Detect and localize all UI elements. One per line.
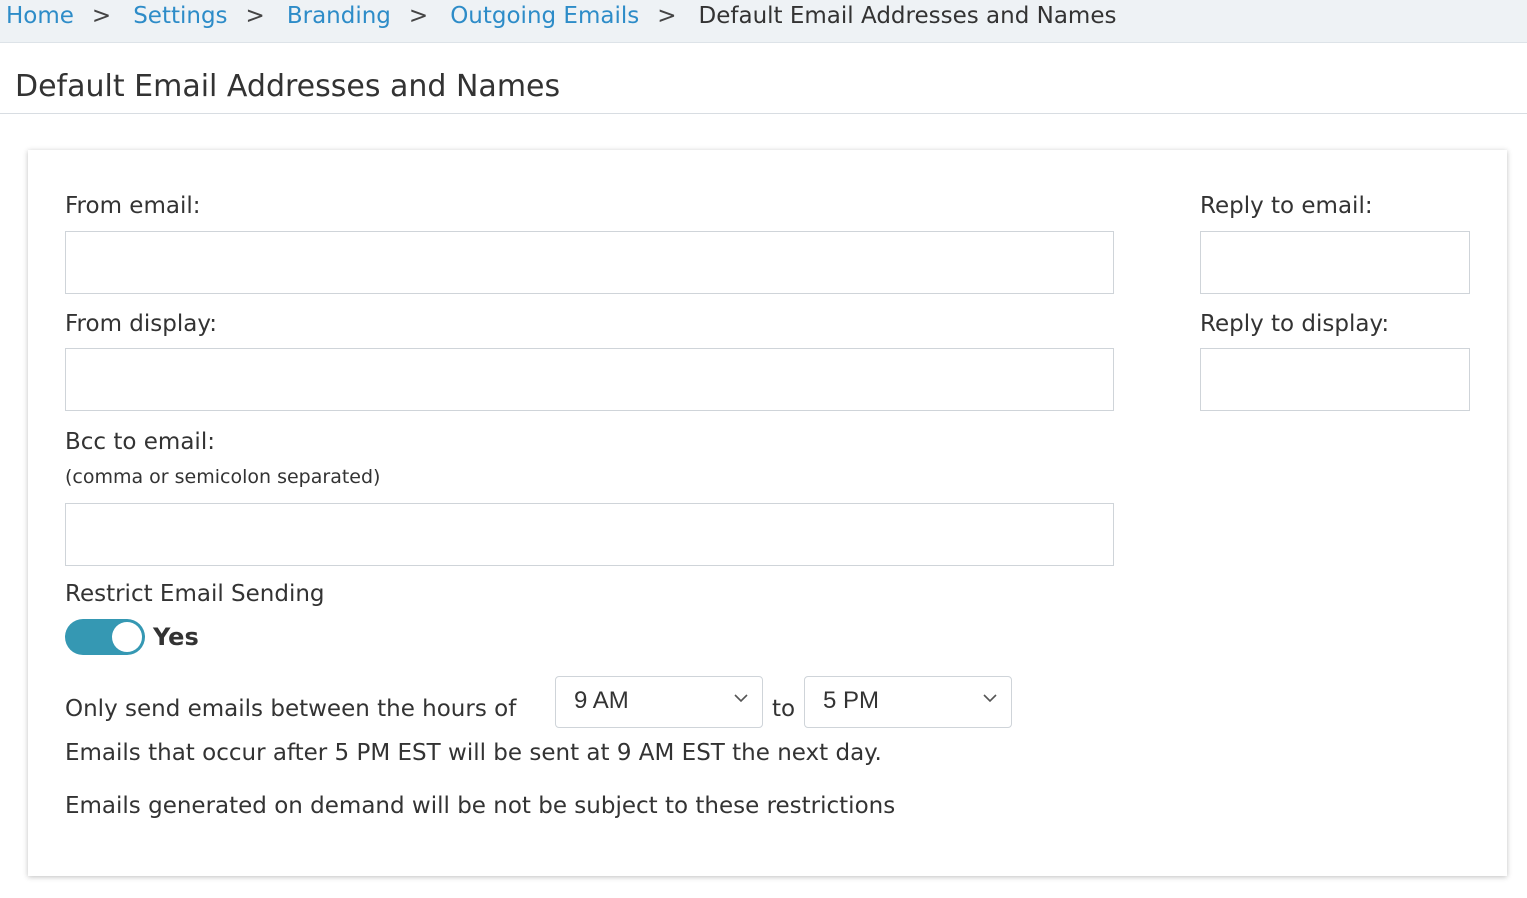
settings-card: From email: Reply to email: From display… — [28, 150, 1507, 876]
bcc-email-label: Bcc to email: — [65, 429, 215, 455]
breadcrumb-separator: > — [408, 3, 429, 29]
chevron-down-icon — [983, 694, 997, 703]
end-hour-value: 5 PM — [823, 687, 880, 714]
restrict-sending-toggle[interactable] — [65, 619, 145, 655]
breadcrumb-current: Default Email Addresses and Names — [698, 3, 1117, 29]
from-display-label: From display: — [65, 311, 218, 337]
reply-to-email-field[interactable] — [1200, 231, 1470, 294]
breadcrumb: Home > Settings > Branding > Outgoing Em… — [0, 0, 1527, 43]
breadcrumb-separator: > — [657, 3, 677, 29]
from-email-label: From email: — [65, 193, 201, 219]
to-label: to — [772, 696, 796, 722]
start-hour-value: 9 AM — [574, 687, 629, 714]
toggle-state-label: Yes — [153, 623, 199, 651]
breadcrumb-separator: > — [91, 3, 112, 29]
page-title: Default Email Addresses and Names — [15, 69, 561, 104]
from-display-field[interactable] — [65, 348, 1114, 411]
bcc-email-field[interactable] — [65, 503, 1114, 566]
bcc-email-hint: (comma or semicolon separated) — [65, 466, 381, 488]
breadcrumb-settings-link[interactable]: Settings — [133, 0, 227, 32]
start-hour-select[interactable]: 9 AM — [555, 676, 763, 728]
reply-to-email-label: Reply to email: — [1200, 193, 1373, 219]
end-hour-select[interactable]: 5 PM — [804, 676, 1012, 728]
restrict-sending-label: Restrict Email Sending — [65, 581, 325, 607]
breadcrumb-outgoing-emails-link[interactable]: Outgoing Emails — [450, 0, 639, 32]
reply-to-display-label: Reply to display: — [1200, 311, 1390, 337]
breadcrumb-separator: > — [245, 3, 265, 29]
from-email-field[interactable] — [65, 231, 1114, 294]
toggle-knob — [112, 622, 142, 652]
title-divider — [0, 113, 1527, 114]
on-demand-note: Emails generated on demand will be not b… — [65, 793, 896, 819]
reply-to-display-field[interactable] — [1200, 348, 1470, 411]
chevron-down-icon — [734, 694, 748, 703]
after-hours-note: Emails that occur after 5 PM EST will be… — [65, 740, 882, 766]
breadcrumb-home-link[interactable]: Home — [6, 0, 74, 32]
breadcrumb-branding-link[interactable]: Branding — [287, 0, 391, 32]
hours-prefix-text: Only send emails between the hours of — [65, 696, 517, 722]
